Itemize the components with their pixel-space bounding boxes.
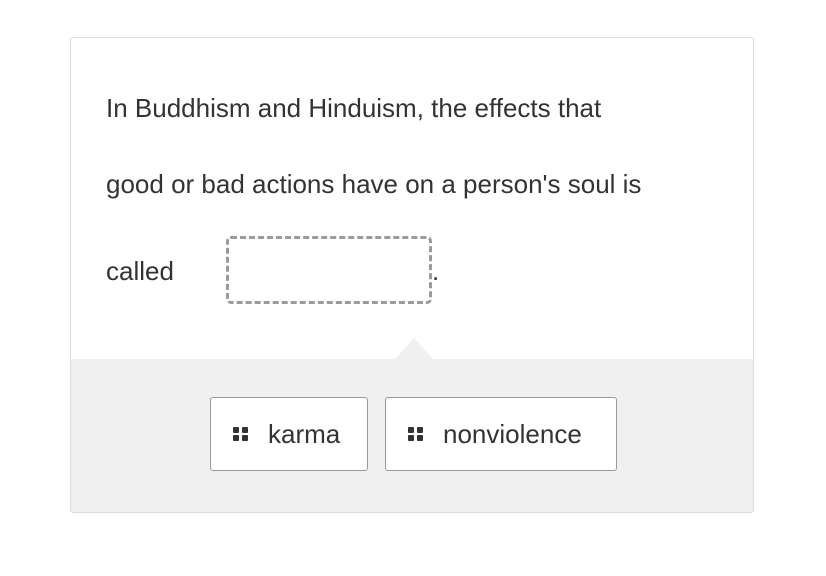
option-label: nonviolence — [443, 418, 582, 449]
answer-drop-zone[interactable] — [226, 236, 432, 304]
option-label: karma — [268, 418, 341, 449]
question-line-2: good or bad actions have on a person's s… — [106, 169, 642, 199]
option-token-nonviolence[interactable]: nonviolence — [385, 397, 617, 471]
question-card: In Buddhism and Hinduism, the effects th… — [70, 37, 754, 513]
question-line-3-prefix: called — [106, 256, 174, 286]
question-line-3-suffix: . — [432, 256, 440, 286]
option-token-karma[interactable]: karma — [210, 397, 368, 471]
question-line-1: In Buddhism and Hinduism, the effects th… — [106, 93, 602, 123]
tray-pointer — [395, 338, 433, 359]
drag-handle-icon — [233, 427, 249, 441]
drag-handle-icon — [408, 427, 424, 441]
